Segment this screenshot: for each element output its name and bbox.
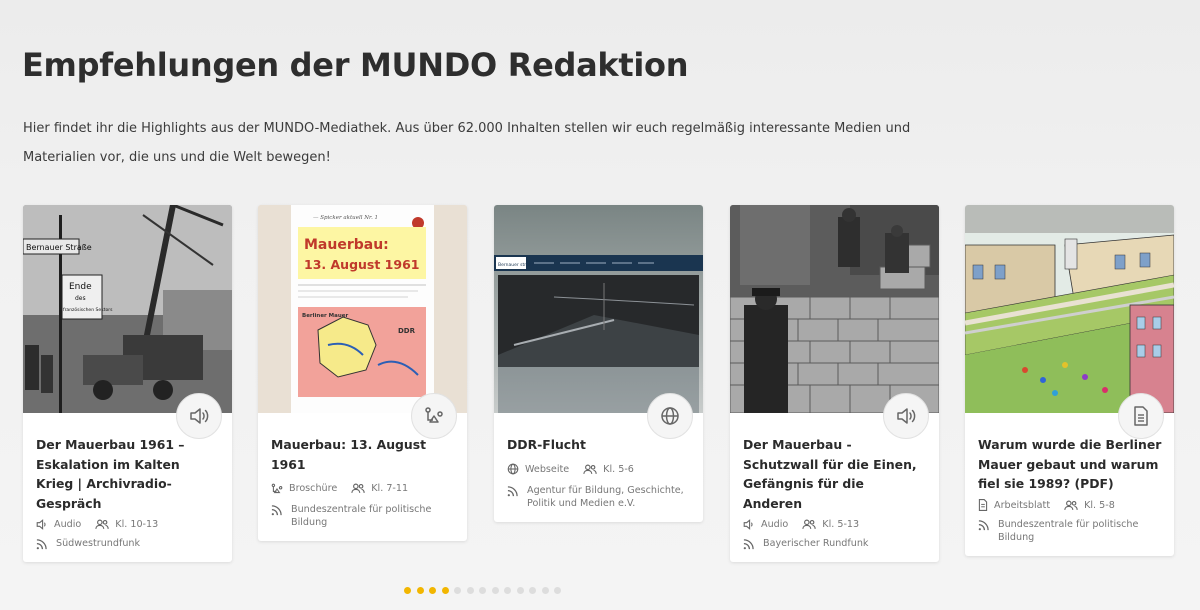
card-source: Bayerischer Rundfunk	[730, 531, 939, 562]
grade-label: Kl. 10-13	[115, 519, 159, 530]
brochure-map-label-left: Berliner Mauer	[302, 313, 349, 319]
feed-icon	[978, 519, 989, 530]
pagination-dot[interactable]	[529, 587, 536, 594]
media-type-badge	[647, 393, 693, 439]
sector-sign-line1: Ende	[69, 282, 92, 292]
pagination-dot[interactable]	[454, 587, 461, 594]
users-icon	[802, 519, 816, 529]
pagination-dot[interactable]	[504, 587, 511, 594]
grade-label: Kl. 5-8	[1084, 499, 1115, 511]
speaker-icon	[743, 519, 753, 530]
users-icon	[351, 483, 365, 493]
speaker-icon	[897, 408, 916, 424]
media-card[interactable]: Warum wurde die Berliner Mauer gebaut un…	[965, 205, 1174, 556]
source-label: Agentur für Bildung, Geschichte, Politik…	[527, 484, 684, 509]
brochure-headline-1: Mauerbau:	[304, 237, 389, 253]
carousel-pagination	[404, 587, 567, 594]
users-icon	[1064, 500, 1078, 510]
section-intro: Hier findet ihr die Highlights aus der M…	[23, 121, 911, 165]
site-logo-text: Bernauer straße	[498, 262, 535, 268]
media-type-badge	[1118, 393, 1164, 439]
pagination-dot[interactable]	[404, 587, 411, 594]
media-type-badge	[176, 393, 222, 439]
globe-icon	[507, 463, 519, 475]
feed-icon	[743, 539, 754, 550]
pagination-dot[interactable]	[554, 587, 561, 594]
pagination-dot[interactable]	[479, 587, 486, 594]
media-type-label: Arbeitsblatt	[994, 499, 1051, 511]
pagination-dot[interactable]	[429, 587, 436, 594]
street-sign-text: Bernauer Straße	[26, 243, 92, 252]
card-grade: Kl. 5-13	[802, 518, 859, 531]
card-media-type: Webseite	[507, 463, 569, 476]
pagination-dot[interactable]	[541, 587, 549, 594]
feed-icon	[271, 505, 282, 516]
source-label: Südwestrundfunk	[56, 538, 141, 549]
source-label: Bundeszentrale für politische Bildung	[998, 518, 1139, 543]
media-type-label: Audio	[54, 519, 82, 530]
pagination-dot[interactable]	[516, 587, 524, 594]
media-type-label: Broschüre	[289, 483, 338, 494]
media-type-badge	[411, 393, 457, 439]
card-media-type: Audio	[36, 518, 81, 531]
card-grade: Kl. 7-11	[351, 482, 408, 495]
card-media-type: Arbeitsblatt	[978, 499, 1050, 512]
globe-icon	[661, 407, 679, 425]
media-card[interactable]: — Spicker aktuell Nr. 1 Mauerbau: 13. Au…	[258, 205, 467, 541]
grade-label: Kl. 5-6	[603, 463, 634, 475]
brochure-series-text: — Spicker aktuell Nr. 1	[313, 215, 378, 221]
source-label: Bayerischer Rundfunk	[763, 538, 869, 549]
brochure-icon	[425, 407, 443, 423]
card-source: Bundeszentrale für politische Bildung	[258, 495, 467, 541]
media-card[interactable]: Bernauer Straße Ende des französischen S…	[23, 205, 232, 562]
media-type-label: Webseite	[525, 463, 570, 475]
card-source: Agentur für Bildung, Geschichte, Politik…	[494, 476, 703, 522]
card-thumbnail[interactable]: Bernauer straße	[494, 205, 703, 413]
media-card[interactable]: Der Mauerbau - Schutzwall für die Einen,…	[730, 205, 939, 562]
speaker-icon	[190, 408, 209, 424]
card-grade: Kl. 5-6	[583, 463, 634, 476]
pagination-dot[interactable]	[466, 587, 474, 594]
media-type-label: Audio	[761, 519, 789, 530]
pagination-dot[interactable]	[416, 587, 424, 594]
pagination-dot[interactable]	[441, 587, 449, 594]
sector-sign-line3: französischen Sektors	[63, 307, 113, 313]
card-thumbnail[interactable]: — Spicker aktuell Nr. 1 Mauerbau: 13. Au…	[258, 205, 467, 413]
users-icon	[95, 519, 109, 529]
section-heading: Empfehlungen der MUNDO Redaktion	[22, 46, 689, 84]
worksheet-icon	[1134, 406, 1148, 426]
feed-icon	[36, 539, 47, 550]
card-thumbnail[interactable]: Bernauer Straße Ende des französischen S…	[23, 205, 232, 413]
grade-label: Kl. 7-11	[371, 483, 409, 494]
sector-sign-line2: des	[75, 295, 86, 302]
card-source: Südwestrundfunk	[23, 531, 232, 562]
card-grade: Kl. 10-13	[95, 518, 158, 531]
card-grade: Kl. 5-8	[1064, 499, 1115, 512]
pagination-dot[interactable]	[491, 587, 499, 594]
card-source: Bundeszentrale für politische Bildung	[965, 512, 1174, 556]
users-icon	[583, 464, 597, 474]
source-label: Bundeszentrale für politische Bildung	[291, 504, 432, 528]
card-media-type: Audio	[743, 518, 788, 531]
brochure-headline-2: 13. August 1961	[304, 257, 419, 272]
feed-icon	[507, 485, 518, 496]
card-thumbnail[interactable]	[730, 205, 939, 413]
brochure-icon	[271, 483, 283, 493]
worksheet-icon	[978, 499, 988, 511]
media-card[interactable]: Bernauer straße DDR-Flucht Webseite Kl. …	[494, 205, 703, 522]
grade-label: Kl. 5-13	[822, 519, 860, 530]
media-type-badge	[883, 393, 929, 439]
brochure-map-label-right: DDR	[398, 327, 416, 335]
card-media-type: Broschüre	[271, 482, 337, 495]
card-thumbnail[interactable]	[965, 205, 1174, 413]
speaker-icon	[36, 519, 46, 530]
